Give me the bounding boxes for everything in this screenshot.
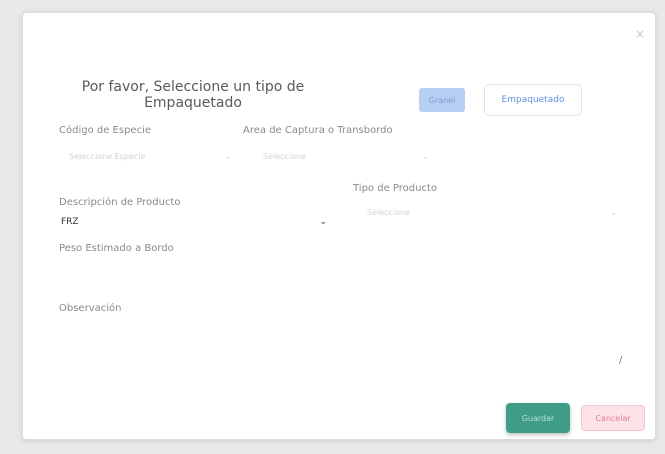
- descripcion-producto-value: FRZ: [61, 217, 79, 227]
- area-captura-select[interactable]: Seleccione ⌄: [255, 147, 431, 167]
- observacion-label: Observación: [59, 303, 122, 314]
- tipo-producto-label: Tipo de Producto: [353, 183, 437, 194]
- granel-button[interactable]: Granel: [419, 88, 465, 112]
- codigo-especie-label: Código de Especie: [59, 125, 152, 136]
- tipo-producto-select[interactable]: Seleccione ⌄: [359, 203, 619, 223]
- area-captura-label: Area de Captura o Transbordo: [243, 125, 393, 136]
- save-button[interactable]: Guardar: [506, 403, 570, 433]
- empaquetado-modal: × Por favor, Seleccione un tipo de Empaq…: [22, 12, 656, 440]
- observacion-textarea[interactable]: [59, 323, 625, 379]
- peso-estimado-label: Peso Estimado a Bordo: [59, 243, 174, 254]
- codigo-especie-select[interactable]: Seleccione Especie ⌄: [61, 147, 233, 167]
- chevron-down-icon: ⌄: [224, 152, 231, 161]
- modal-title: Por favor, Seleccione un tipo de Empaque…: [81, 79, 305, 111]
- chevron-down-icon: ⌄: [610, 208, 617, 217]
- chevron-down-icon: ⌄: [319, 217, 327, 227]
- area-captura-value: Seleccione: [263, 152, 307, 161]
- codigo-especie-value: Seleccione Especie: [69, 152, 146, 161]
- resize-handle-icon[interactable]: ∕: [619, 355, 622, 366]
- descripcion-producto-label: Descripción de Producto: [59, 197, 181, 208]
- peso-estimado-input[interactable]: [59, 261, 619, 283]
- descripcion-producto-select[interactable]: FRZ ⌄: [57, 213, 327, 231]
- close-icon[interactable]: ×: [635, 27, 645, 41]
- cancel-button[interactable]: Cancelar: [581, 405, 645, 431]
- empaquetado-button[interactable]: Empaquetado: [484, 84, 582, 116]
- tipo-producto-value: Seleccione: [367, 208, 411, 217]
- chevron-down-icon: ⌄: [422, 152, 429, 161]
